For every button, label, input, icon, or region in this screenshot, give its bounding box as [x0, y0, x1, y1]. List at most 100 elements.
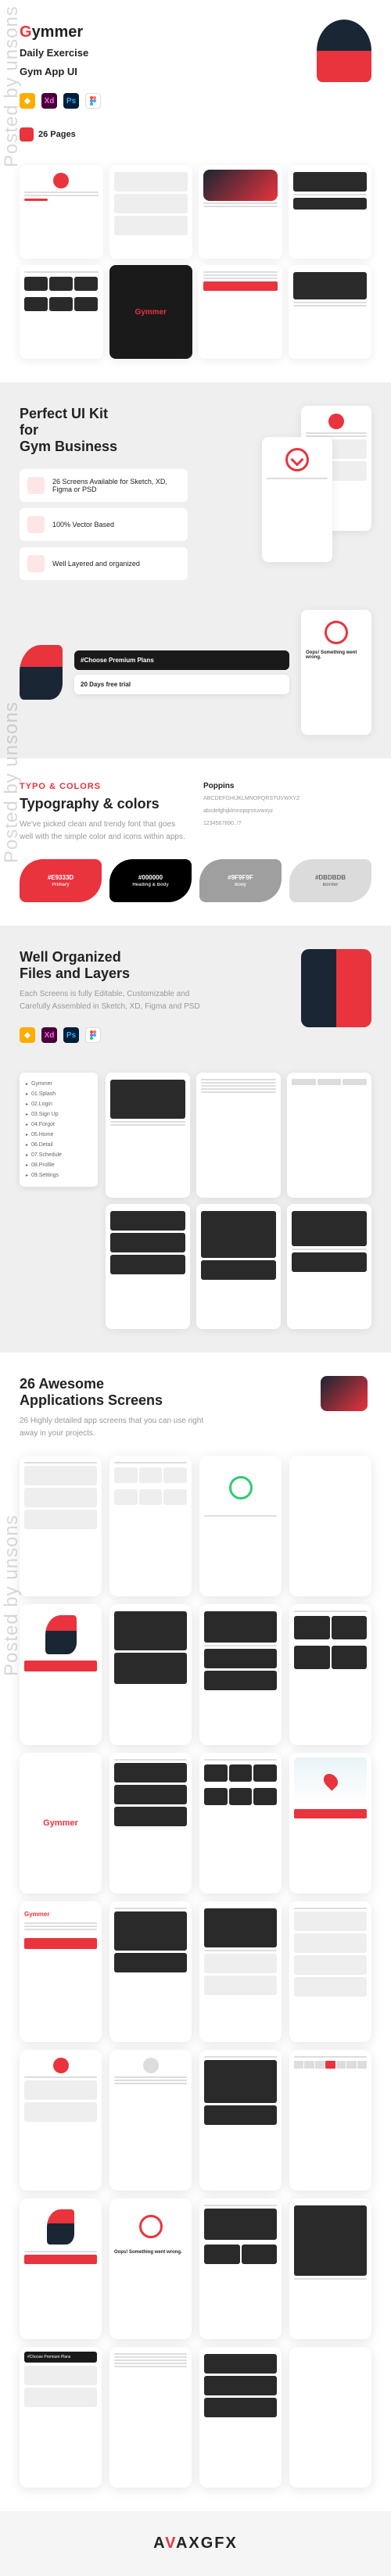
- color-swatch: #E9333DPrimary: [20, 859, 102, 902]
- layer-item: 07.Schedule: [26, 1150, 91, 1160]
- screen-thumb: [20, 1456, 102, 1596]
- screen-thumb: [106, 1073, 190, 1198]
- feature-item: 100% Vector Based: [20, 508, 188, 541]
- figma-icon: [85, 93, 101, 109]
- section-title: 26 Awesome Applications Screens: [20, 1376, 371, 1409]
- screen-thumb: [20, 265, 103, 359]
- screen-thumb: [20, 1604, 102, 1745]
- screen-thumb: [109, 1456, 192, 1596]
- tool-icons-row: ◆ Xd Ps: [20, 93, 371, 109]
- screen-thumb: [199, 1456, 282, 1596]
- sketch-icon: ◆: [20, 1027, 35, 1043]
- screen-thumb: [199, 1604, 282, 1745]
- screen-thumb: [262, 437, 332, 562]
- feature-icon: [27, 477, 45, 494]
- layer-item: 03.Sign Up: [26, 1109, 91, 1120]
- screen-thumb: [289, 1604, 371, 1745]
- screen-thumb: [289, 2347, 371, 2488]
- color-swatches: #E9333DPrimary #000000Heading & Body #9F…: [20, 859, 371, 902]
- xd-icon: Xd: [41, 93, 57, 109]
- font-sample: ABCDEFGHIJKLMNOPQRSTUVWXYZ: [203, 795, 371, 803]
- awesome-section: Posted by unsons 26 Awesome Applications…: [0, 1352, 391, 2511]
- screen-thumb: [196, 1073, 281, 1198]
- footer-logo: AVAXGFX: [0, 2511, 391, 2576]
- screen-thumb: [199, 265, 282, 359]
- screen-thumb: [199, 165, 282, 259]
- screen-thumb: [289, 2050, 371, 2191]
- feature-list: 26 Screens Available for Sketch, XD, Fig…: [20, 469, 188, 580]
- section-title: Perfect UI Kit for Gym Business: [20, 406, 188, 455]
- screen-thumb: [289, 1901, 371, 2042]
- screen-thumb: [109, 1901, 192, 2042]
- screen-thumb: [199, 1753, 282, 1893]
- feature-item: Well Layered and organized: [20, 547, 188, 580]
- font-sample: abcdefghijklmnopqrstuvwxyz: [203, 808, 371, 815]
- screen-thumb: [287, 1204, 371, 1329]
- feature-item: 26 Screens Available for Sketch, XD, Fig…: [20, 469, 188, 502]
- screen-thumb: [109, 165, 193, 259]
- layer-item: 08.Profile: [26, 1160, 91, 1170]
- layer-item: 01.Splash: [26, 1089, 91, 1099]
- ps-icon: Ps: [63, 1027, 79, 1043]
- screen-thumb: [109, 2347, 192, 2488]
- screen-thumb: [196, 1204, 281, 1329]
- features-section: Perfect UI Kit for Gym Business 26 Scree…: [0, 382, 391, 758]
- layer-item: 09.Settings: [26, 1170, 91, 1181]
- screen-thumb: [289, 1753, 371, 1893]
- screen-thumb: [20, 2050, 102, 2191]
- lunge-illustration: [20, 645, 63, 700]
- figma-icon: [85, 1027, 101, 1043]
- section-desc: 26 Highly detailed app screens that you …: [20, 1415, 207, 1440]
- eyebrow: TYPO & COLORS: [20, 782, 188, 791]
- screen-thumb: #Choose Premium Plans: [20, 2347, 102, 2488]
- screen-thumb: [109, 1604, 192, 1745]
- screen-thumb: [287, 1073, 371, 1198]
- screen-thumb: [289, 265, 372, 359]
- watermark: Posted by unsons: [1, 702, 23, 864]
- feature-icon: [27, 555, 45, 572]
- font-sample: 1234567890..!?: [203, 820, 371, 828]
- feature-icon: [27, 516, 45, 533]
- screen-thumb: Gymmer: [20, 1901, 102, 2042]
- bike-illustration: [317, 20, 371, 82]
- screen-thumb: [109, 1753, 192, 1893]
- screen-thumb: [289, 2198, 371, 2339]
- screen-thumb: Oops! Something went wrong.: [301, 610, 371, 735]
- section-desc: Each Screens is fully Editable, Customiz…: [20, 988, 207, 1013]
- screen-thumb: Gymmer: [20, 1753, 102, 1893]
- hero-section: Posted by unsons Gymmer Daily Exercise G…: [0, 0, 391, 382]
- section-title: Well Organized Files and Layers: [20, 949, 207, 982]
- screen-thumb: Gymmer: [109, 265, 193, 359]
- screen-thumb: [199, 2050, 282, 2191]
- layer-item: 05.Home: [26, 1130, 91, 1140]
- screen-thumb: [199, 1901, 282, 2042]
- layer-item: 02.Login: [26, 1099, 91, 1109]
- layers-panel: Gymmer 01.Splash 02.Login 03.Sign Up 04.…: [20, 1073, 98, 1187]
- pages-badge: 26 Pages: [20, 127, 76, 142]
- ps-icon: Ps: [63, 93, 79, 109]
- layer-item: 06.Detail: [26, 1140, 91, 1150]
- watermark: Posted by unsons: [1, 1515, 23, 1677]
- screen-thumb: Best Way to Train Your Body: [289, 1456, 371, 1596]
- promo-card: #Choose Premium Plans: [74, 650, 289, 670]
- screen-thumb: Oops! Something went wrong.: [109, 2198, 192, 2339]
- screen-thumb: [199, 2347, 282, 2488]
- color-swatch: #9F9F9FBody: [199, 859, 282, 902]
- font-name: Poppins: [203, 782, 371, 790]
- screen-thumb: [199, 2198, 282, 2339]
- promo-card: 20 Days free trial: [74, 675, 289, 694]
- color-swatch: #DBDBDBBorder: [289, 859, 371, 902]
- pages-count: 26 Pages: [38, 130, 76, 139]
- color-swatch: #000000Heading & Body: [109, 859, 192, 902]
- screen-thumb: [106, 1204, 190, 1329]
- watermark: Posted by unsons: [1, 5, 23, 167]
- screen-thumb: [289, 165, 372, 259]
- hero-screens-grid: Gymmer: [20, 165, 371, 359]
- logo-text: ymmer: [32, 23, 84, 41]
- typography-section: Posted by unsons TYPO & COLORS Typograph…: [0, 758, 391, 926]
- screen-thumb: [109, 2050, 192, 2191]
- section-desc: We've picked clean and trendy font that …: [20, 819, 188, 844]
- trainer-illustration: [301, 949, 371, 1027]
- section-title: Typography & colors: [20, 796, 188, 812]
- organized-section: Well Organized Files and Layers Each Scr…: [0, 926, 391, 1352]
